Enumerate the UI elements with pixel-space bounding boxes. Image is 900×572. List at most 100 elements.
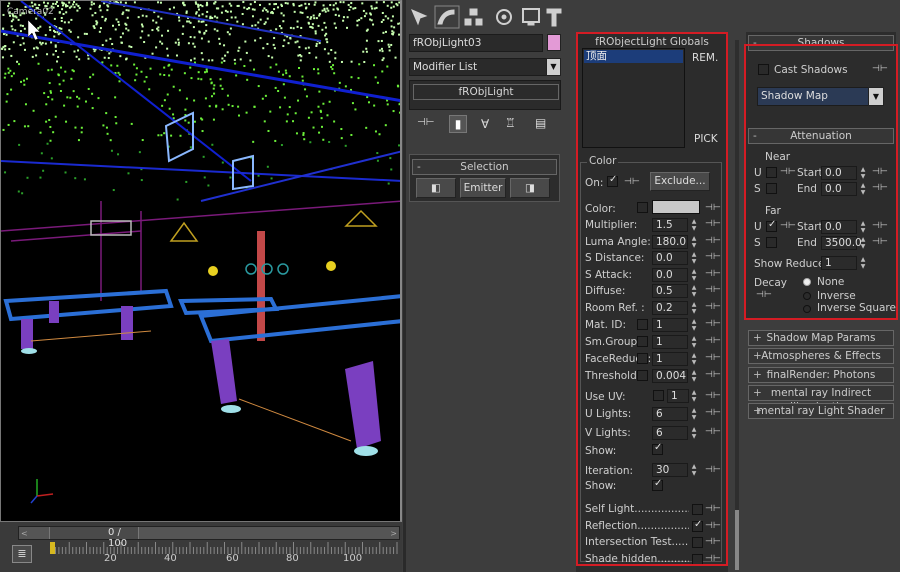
light-dot — [298, 5, 301, 8]
light-dot — [245, 51, 248, 54]
light-dot — [312, 126, 315, 129]
light-dot — [39, 41, 42, 44]
light-dot — [285, 72, 288, 75]
light-dot — [317, 105, 320, 108]
chevron-down-icon[interactable]: ▼ — [546, 58, 561, 76]
light-dot — [327, 9, 330, 12]
light-dot — [206, 10, 209, 13]
light-dot — [337, 8, 340, 11]
light-dot — [302, 132, 305, 135]
light-dot — [163, 99, 166, 102]
light-dot — [200, 20, 203, 23]
light-dot — [135, 73, 138, 76]
collapsed-rollout-header[interactable]: + mental ray Light Shader — [748, 403, 894, 420]
light-dot — [388, 49, 391, 52]
light-dot — [193, 99, 196, 102]
object-color-swatch[interactable] — [547, 34, 561, 51]
scene-wireframe — [1, 1, 400, 504]
light-dot — [193, 45, 196, 48]
remove-modifier-icon[interactable]: ♖ — [505, 116, 516, 130]
display-tab[interactable] — [512, 4, 536, 28]
light-dot — [219, 78, 222, 81]
light-dot — [23, 27, 26, 30]
light-dot — [63, 21, 66, 24]
splitter[interactable] — [403, 0, 406, 572]
pin-stack-icon[interactable]: ⊣⊢ — [417, 117, 434, 131]
light-dot — [314, 30, 317, 33]
light-dot — [313, 68, 316, 71]
light-dot — [394, 56, 397, 59]
light-dot — [220, 11, 223, 14]
light-dot — [332, 4, 335, 7]
light-dot — [266, 10, 269, 13]
time-slider[interactable]: 0 / 100 < > — [18, 526, 400, 549]
light-dot — [389, 157, 392, 160]
collapsed-rollout-header[interactable]: + Shadow Map Params — [748, 330, 894, 346]
chevron-left-icon[interactable]: < — [21, 529, 28, 538]
light-dot — [202, 155, 205, 158]
light-dot — [304, 47, 307, 50]
create-tab[interactable] — [408, 4, 430, 28]
light-dot — [118, 23, 121, 26]
light-dot — [282, 20, 285, 23]
modify-tab[interactable] — [433, 4, 457, 28]
configure-sets-icon[interactable]: ▤ — [535, 116, 546, 130]
collapsed-rollout-header[interactable]: +mental ray Indirect Illumination — [748, 384, 894, 413]
light-dot — [322, 138, 325, 141]
modifier-stack[interactable]: fRObjLight — [409, 80, 561, 110]
light-dot — [70, 5, 73, 8]
light-dot — [160, 134, 163, 137]
light-dot — [262, 47, 265, 50]
light-dot — [65, 11, 68, 14]
time-slider-thumb[interactable]: 0 / 100 — [49, 527, 139, 549]
track-bar-icon[interactable]: ≣ — [12, 545, 32, 563]
light-dot — [41, 41, 44, 44]
light-dot — [49, 91, 52, 94]
modifier-stack-item[interactable]: fRObjLight — [413, 84, 559, 100]
light-dot — [62, 12, 65, 15]
motion-tab[interactable] — [486, 4, 510, 28]
light-dot — [161, 104, 164, 107]
light-dot — [313, 3, 316, 6]
make-unique-icon[interactable]: ∀ — [481, 117, 489, 131]
light-dot — [99, 9, 102, 12]
light-dot — [5, 100, 8, 103]
collapsed-rollout-header[interactable]: + finalRender: Photons — [748, 366, 894, 383]
light-dot — [125, 27, 128, 30]
chevron-right-icon[interactable]: > — [390, 529, 397, 538]
light-dot — [212, 118, 215, 121]
light-dot — [287, 42, 290, 45]
light-dot — [302, 133, 305, 136]
object-name-field[interactable]: fRObjLight03 — [409, 34, 543, 52]
light-dot — [305, 95, 308, 98]
viewport-label[interactable]: Camera02 — [7, 7, 54, 17]
light-dot — [163, 66, 166, 69]
light-dot — [80, 131, 83, 134]
light-dot — [398, 103, 400, 106]
emitter-button[interactable]: Emitter — [460, 178, 506, 198]
light-dot — [223, 59, 226, 62]
light-dot — [226, 31, 229, 34]
camera-viewport[interactable]: Camera02 — [0, 0, 402, 522]
light-dot — [60, 16, 63, 19]
scrollbar-thumb[interactable] — [735, 510, 739, 570]
light-dot — [98, 6, 101, 9]
panel-scrollbar[interactable] — [735, 40, 739, 570]
light-dot — [230, 4, 233, 7]
light-dot — [130, 122, 133, 125]
utilities-tab[interactable] — [538, 4, 562, 28]
light-dot — [387, 182, 390, 185]
light-dot — [57, 55, 60, 58]
light-dot — [346, 26, 349, 29]
light-dot — [27, 125, 30, 128]
light-dot — [52, 131, 55, 134]
light-dot — [111, 24, 114, 27]
next-element-button[interactable]: ◨ — [510, 178, 550, 198]
collapsed-rollout-header[interactable]: + Atmospheres & Effects — [748, 348, 894, 365]
light-dot — [227, 103, 230, 106]
hierarchy-tab[interactable] — [460, 4, 484, 28]
prev-element-button[interactable]: ◧ — [416, 178, 456, 198]
show-end-result-icon[interactable]: ▮ — [449, 115, 467, 133]
modifier-list-dropdown[interactable]: Modifier List — [409, 58, 549, 76]
selection-rollout-header[interactable]: - Selection — [412, 159, 557, 175]
